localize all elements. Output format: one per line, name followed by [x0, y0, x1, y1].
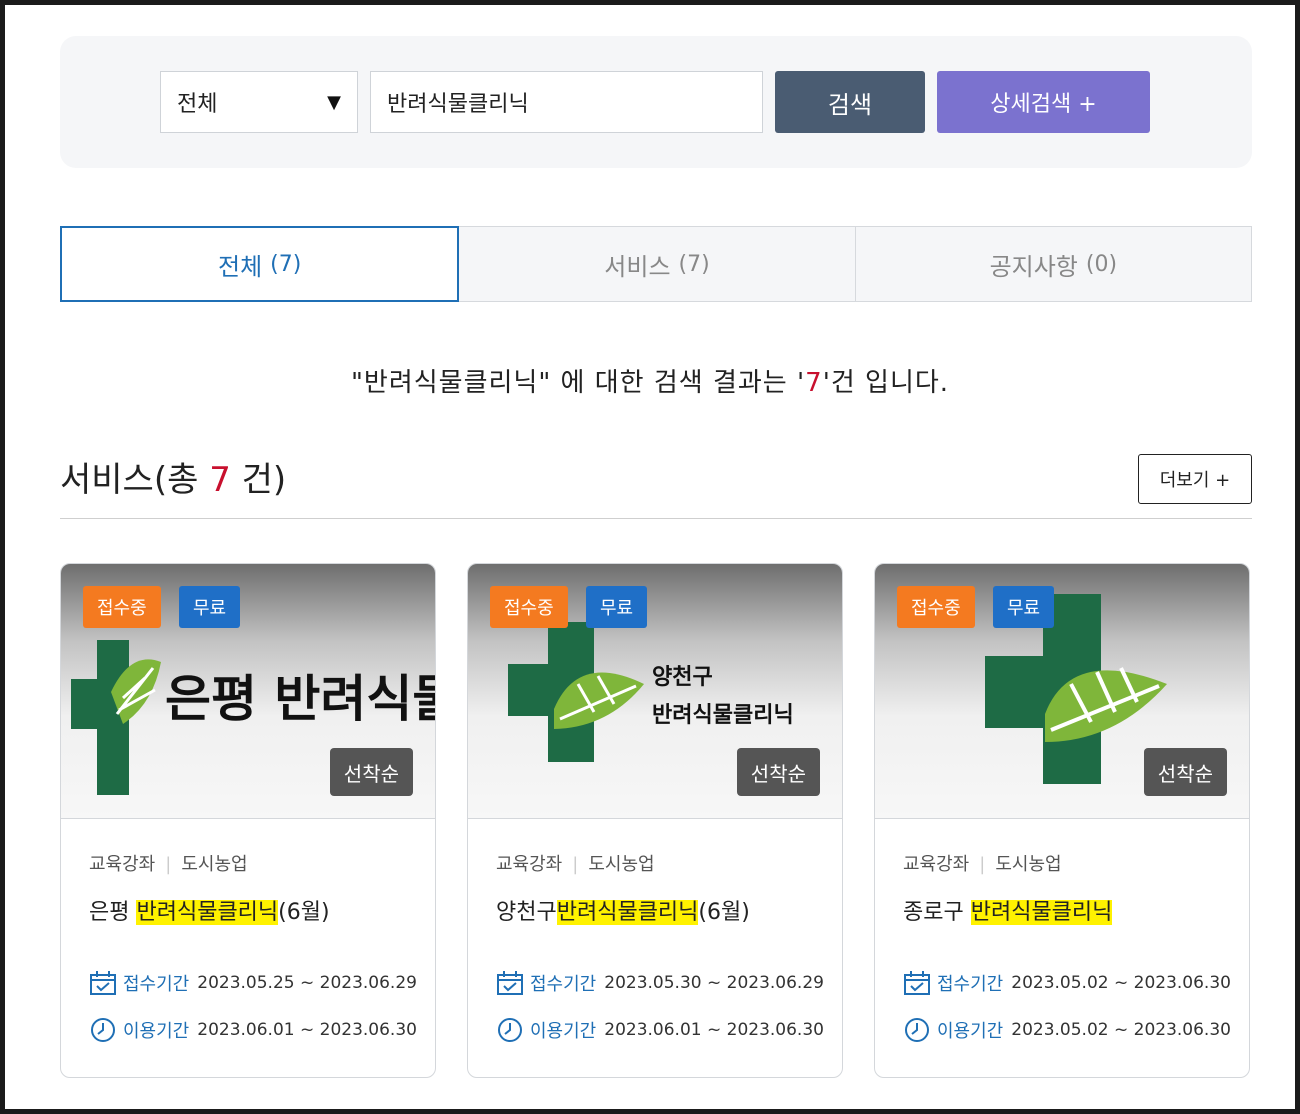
logo-text-line2: 반려식물클리닉 — [652, 703, 794, 728]
clock-icon — [91, 1018, 115, 1042]
clock-icon — [498, 1018, 522, 1042]
status-badge: 접수중 — [897, 586, 975, 628]
title-suffix: (6월) — [278, 900, 330, 925]
apply-period-value: 2023.05.25 ~ 2023.06.29 — [197, 973, 417, 993]
card-title[interactable]: 양천구반려식물클리닉(6월) — [496, 894, 750, 926]
section-title: 서비스(총 7 건) — [60, 452, 286, 501]
card-thumbnail: 접수중 무료 선착순 — [875, 564, 1249, 819]
use-period-value: 2023.06.01 ~ 2023.06.30 — [197, 1020, 417, 1040]
tab-label: 서비스 — [604, 252, 671, 281]
section-count: 7 — [209, 460, 231, 500]
use-period-label: 이용기간 — [937, 1021, 1004, 1042]
card-category: 교육강좌 | 도시농업 — [496, 854, 655, 875]
use-period-label: 이용기간 — [123, 1021, 190, 1042]
status-badge: 접수중 — [490, 586, 568, 628]
fee-badge: 무료 — [586, 586, 648, 628]
fee-badge: 무료 — [993, 586, 1055, 628]
tab-all[interactable]: 전체 (7) — [60, 226, 460, 302]
clock-icon — [905, 1018, 929, 1042]
result-prefix: "반려식물클리닉" 에 대한 검색 결과는 ' — [350, 368, 806, 398]
section-title-suffix: 건) — [230, 460, 287, 500]
advanced-search-button[interactable]: 상세검색 + — [937, 71, 1150, 133]
status-badge: 접수중 — [83, 586, 161, 628]
service-card[interactable]: 은평 반려식물 클리닉 접수중 무료 선착순 교육강좌|도시농업 은평 반려식물… — [60, 563, 436, 1078]
fee-badge: 무료 — [179, 586, 241, 628]
tab-services[interactable]: 서비스 (7) — [459, 226, 856, 302]
apply-period: 접수기간 2023.05.25 ~ 2023.06.29 — [89, 970, 417, 996]
order-badge: 선착순 — [1143, 748, 1227, 796]
subcategory-label: 도시농업 — [588, 854, 655, 875]
use-period: 이용기간 2023.05.02 ~ 2023.06.30 — [903, 1016, 1231, 1044]
search-input[interactable] — [370, 71, 763, 133]
card-category: 교육강좌 | 도시농업 — [903, 854, 1062, 875]
result-suffix: '건 입니다. — [822, 368, 950, 398]
card-title[interactable]: 종로구 반려식물클리닉 — [903, 894, 1113, 926]
result-count: 7 — [805, 368, 823, 398]
title-suffix: (6월) — [698, 900, 750, 925]
use-period-label: 이용기간 — [530, 1021, 597, 1042]
tab-notices[interactable]: 공지사항 (0) — [855, 226, 1252, 302]
category-label: 교육강좌 — [89, 854, 156, 875]
subcategory-label: 도시농업 — [181, 854, 248, 875]
card-title[interactable]: 은평 반려식물클리닉(6월) — [89, 894, 330, 926]
result-message: "반려식물클리닉" 에 대한 검색 결과는 '7'건 입니다. — [0, 362, 1300, 399]
search-button[interactable]: 검색 — [775, 71, 925, 133]
service-card[interactable]: 접수중 무료 선착순 교육강좌 | 도시농업 종로구 반려식물클리닉 접수기간 20… — [874, 563, 1250, 1078]
tab-label: 전체 — [217, 252, 263, 281]
use-period: 이용기간 2023.06.01 ~ 2023.06.30 — [496, 1016, 824, 1044]
section-divider — [60, 518, 1252, 519]
apply-period-label: 접수기간 — [123, 974, 190, 995]
order-badge: 선착순 — [736, 748, 820, 796]
title-prefix: 종로구 — [903, 900, 971, 925]
calendar-check-icon — [497, 971, 523, 995]
title-prefix: 은평 — [89, 900, 137, 925]
category-select-value: 전체 — [177, 92, 218, 117]
use-period: 이용기간 2023.06.01 ~ 2023.06.30 — [89, 1016, 417, 1044]
card-thumbnail: 양천구 반려식물클리닉 접수중 무료 선착순 — [468, 564, 842, 819]
order-badge: 선착순 — [329, 748, 413, 796]
use-period-value: 2023.05.02 ~ 2023.06.30 — [1011, 1020, 1231, 1040]
section-title-prefix: 서비스(총 — [60, 460, 210, 500]
logo-text: 은평 반려식물 클리닉 — [165, 670, 436, 728]
title-highlight: 반려식물클리닉 — [556, 900, 699, 925]
apply-period-label: 접수기간 — [530, 974, 597, 995]
category-label: 교육강좌 — [496, 854, 563, 875]
category-label: 교육강좌 — [903, 854, 970, 875]
caret-down-icon: ▼ — [327, 91, 341, 113]
title-prefix: 양천구 — [496, 900, 557, 925]
title-highlight: 반려식물클리닉 — [136, 900, 279, 925]
tab-count: (7) — [270, 251, 302, 277]
apply-period-label: 접수기간 — [937, 974, 1004, 995]
search-panel: 전체 ▼ 검색 상세검색 + — [60, 36, 1252, 168]
result-tabs: 전체 (7) 서비스 (7) 공지사항 (0) — [60, 226, 1252, 302]
apply-period: 접수기간 2023.05.02 ~ 2023.06.30 — [903, 970, 1231, 996]
apply-period: 접수기간 2023.05.30 ~ 2023.06.29 — [496, 970, 824, 996]
logo-text-line1: 양천구 — [652, 665, 713, 690]
tab-count: (7) — [678, 251, 710, 277]
use-period-value: 2023.06.01 ~ 2023.06.30 — [604, 1020, 824, 1040]
service-card[interactable]: 양천구 반려식물클리닉 접수중 무료 선착순 교육강좌 | 도시농업 양천구반려식물… — [467, 563, 843, 1078]
card-category: 교육강좌 | 도시농업 — [89, 854, 248, 875]
more-button[interactable]: 더보기 + — [1138, 454, 1252, 504]
category-select[interactable]: 전체 ▼ — [160, 71, 358, 133]
subcategory-label: 도시농업 — [995, 854, 1062, 875]
tab-label: 공지사항 — [989, 252, 1078, 281]
card-thumbnail: 은평 반려식물 클리닉 접수중 무료 선착순 — [61, 564, 435, 819]
apply-period-value: 2023.05.02 ~ 2023.06.30 — [1011, 973, 1231, 993]
apply-period-value: 2023.05.30 ~ 2023.06.29 — [604, 973, 824, 993]
calendar-check-icon — [90, 971, 116, 995]
tab-count: (0) — [1085, 251, 1118, 277]
calendar-check-icon — [904, 971, 930, 995]
title-highlight: 반려식물클리닉 — [970, 900, 1113, 925]
